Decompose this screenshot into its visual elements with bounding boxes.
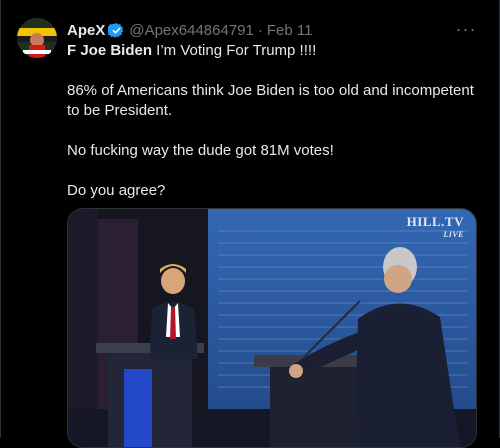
tweet-paragraph-3: No fucking way the dude got 81M votes!	[67, 142, 334, 159]
tweet-paragraph-2: 86% of Americans think Joe Biden is too …	[67, 82, 474, 119]
hilltv-watermark: HILL.TV LIVE	[407, 215, 464, 241]
user-handle[interactable]: @Apex644864791	[129, 22, 254, 39]
tweet-line-1: F Joe Biden I’m Voting For Trump !!!!	[67, 41, 477, 61]
verified-badge-icon	[106, 22, 125, 39]
tweet-line-1-rest: I’m Voting For Trump !!!!	[152, 42, 317, 59]
avatar[interactable]	[17, 18, 57, 58]
tweet-text: F Joe Biden I’m Voting For Trump !!!! 86…	[67, 41, 477, 201]
more-options-label: ···	[455, 18, 477, 39]
separator-dot: ·	[257, 21, 263, 39]
more-options-icon[interactable]: ···	[455, 18, 477, 40]
avatar-image	[17, 18, 57, 58]
debate-photo	[68, 209, 476, 447]
tweet-line-1-bold: F Joe Biden	[67, 42, 153, 59]
tweet-paragraph-4: Do you agree?	[67, 182, 166, 199]
watermark-title: HILL.TV	[406, 214, 464, 229]
tweet-card[interactable]: ApeX @Apex644864791 · Feb 11 ··· F Joe B…	[0, 0, 500, 448]
watermark-sub: LIVE	[443, 230, 464, 239]
tweet-header: ApeX @Apex644864791 · Feb 11	[67, 20, 312, 40]
timestamp[interactable]: Feb 11	[267, 22, 313, 39]
tweet-media-image[interactable]: HILL.TV LIVE	[67, 208, 477, 448]
display-name[interactable]: ApeX	[67, 22, 105, 39]
